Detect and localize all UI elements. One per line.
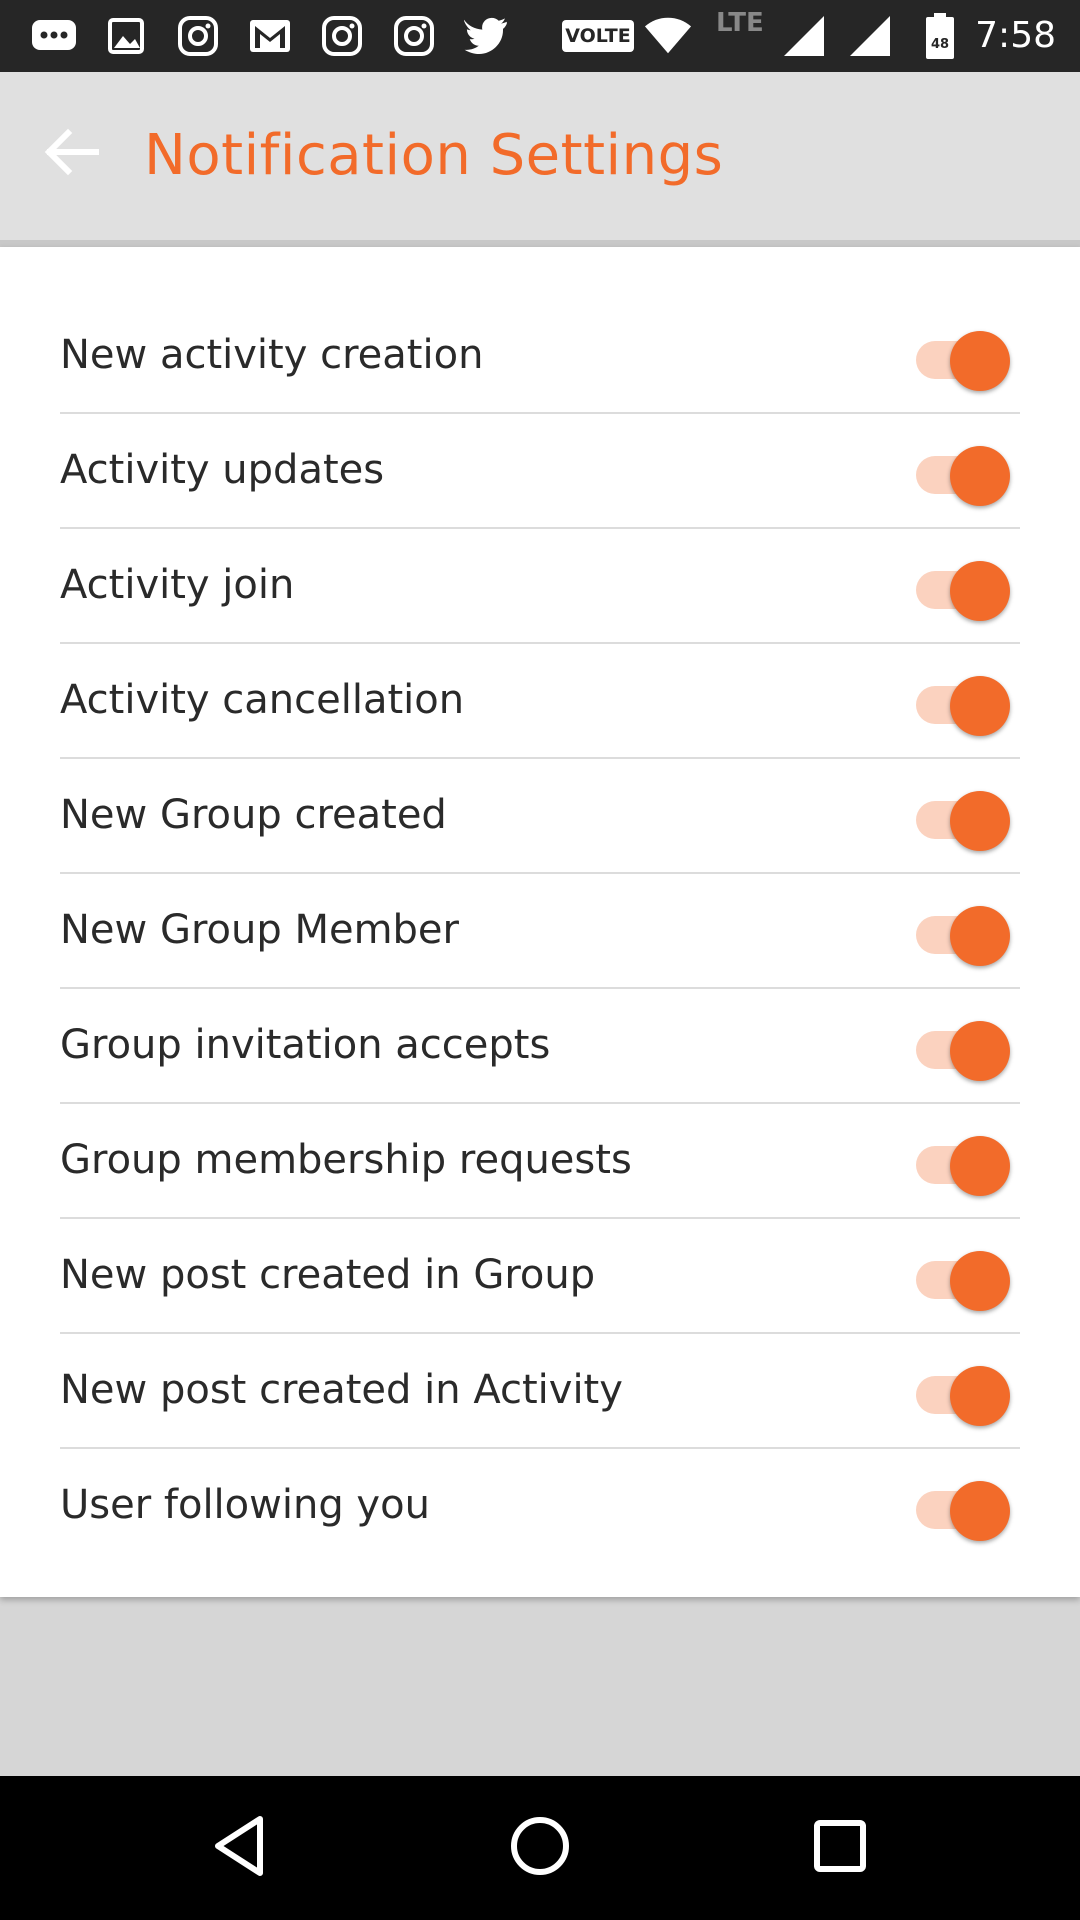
image-icon — [102, 12, 150, 60]
setting-toggle[interactable] — [912, 331, 1010, 391]
toggle-thumb — [950, 561, 1010, 621]
setting-row[interactable]: Activity join — [60, 529, 1020, 644]
setting-row[interactable]: Activity cancellation — [60, 644, 1020, 759]
svg-text:48: 48 — [931, 37, 949, 52]
instagram-icon — [318, 12, 366, 60]
gmail-icon — [246, 12, 294, 60]
setting-toggle[interactable] — [912, 1366, 1010, 1426]
setting-row[interactable]: New Group Member — [60, 874, 1020, 989]
volte-badge: VOLTE — [562, 20, 634, 52]
twitter-icon — [462, 12, 510, 60]
toggle-thumb — [950, 1136, 1010, 1196]
setting-toggle[interactable] — [912, 676, 1010, 736]
setting-label: New post created in Group — [60, 1252, 596, 1298]
setting-label: New Group Member — [60, 907, 459, 953]
nav-recents-button[interactable] — [792, 1800, 888, 1896]
signal-icon — [780, 12, 828, 60]
battery-icon: 48 — [916, 12, 964, 60]
nav-home-button[interactable] — [492, 1800, 588, 1896]
recents-square-icon — [812, 1818, 868, 1878]
toggle-thumb — [950, 1021, 1010, 1081]
setting-label: Group membership requests — [60, 1137, 632, 1183]
setting-toggle[interactable] — [912, 1251, 1010, 1311]
toggle-thumb — [950, 446, 1010, 506]
nav-back-button[interactable] — [192, 1800, 288, 1896]
setting-toggle[interactable] — [912, 446, 1010, 506]
instagram-icon — [390, 12, 438, 60]
setting-label: Activity updates — [60, 447, 385, 493]
message-icon — [30, 12, 78, 60]
status-bar: VOLTE LTE 48 7:58 — [0, 0, 1080, 72]
home-circle-icon — [508, 1814, 572, 1882]
setting-label: Activity join — [60, 562, 295, 608]
setting-toggle[interactable] — [912, 561, 1010, 621]
setting-row[interactable]: User following you — [60, 1449, 1020, 1564]
setting-row[interactable]: New post created in Group — [60, 1219, 1020, 1334]
arrow-left-icon — [42, 127, 102, 181]
setting-toggle[interactable] — [912, 1136, 1010, 1196]
setting-row[interactable]: Activity updates — [60, 414, 1020, 529]
signal-icon — [846, 12, 894, 60]
setting-label: Group invitation accepts — [60, 1022, 551, 1068]
toggle-thumb — [950, 1366, 1010, 1426]
toggle-thumb — [950, 1481, 1010, 1541]
navigation-bar — [0, 1776, 1080, 1920]
back-button[interactable] — [36, 118, 108, 190]
setting-row[interactable]: New Group created — [60, 759, 1020, 874]
clock-time: 7:58 — [975, 15, 1056, 56]
toggle-thumb — [950, 331, 1010, 391]
setting-label: Activity cancellation — [60, 677, 465, 723]
setting-toggle[interactable] — [912, 791, 1010, 851]
setting-toggle[interactable] — [912, 1021, 1010, 1081]
instagram-icon — [174, 12, 222, 60]
toggle-thumb — [950, 1251, 1010, 1311]
page-title: Notification Settings — [144, 123, 724, 188]
toggle-thumb — [950, 906, 1010, 966]
setting-row[interactable]: New activity creation — [60, 299, 1020, 414]
setting-label: New Group created — [60, 792, 447, 838]
setting-row[interactable]: New post created in Activity — [60, 1334, 1020, 1449]
setting-label: New activity creation — [60, 332, 484, 378]
wifi-icon — [644, 12, 692, 60]
setting-row[interactable]: Group membership requests — [60, 1104, 1020, 1219]
app-bar-shadow — [0, 240, 1080, 247]
setting-toggle[interactable] — [912, 906, 1010, 966]
back-triangle-icon — [210, 1814, 270, 1882]
setting-label: New post created in Activity — [60, 1367, 623, 1413]
setting-toggle[interactable] — [912, 1481, 1010, 1541]
setting-row[interactable]: Group invitation accepts — [60, 989, 1020, 1104]
toggle-thumb — [950, 791, 1010, 851]
setting-label: User following you — [60, 1482, 430, 1528]
network-type-label: LTE — [716, 8, 764, 38]
toggle-thumb — [950, 676, 1010, 736]
